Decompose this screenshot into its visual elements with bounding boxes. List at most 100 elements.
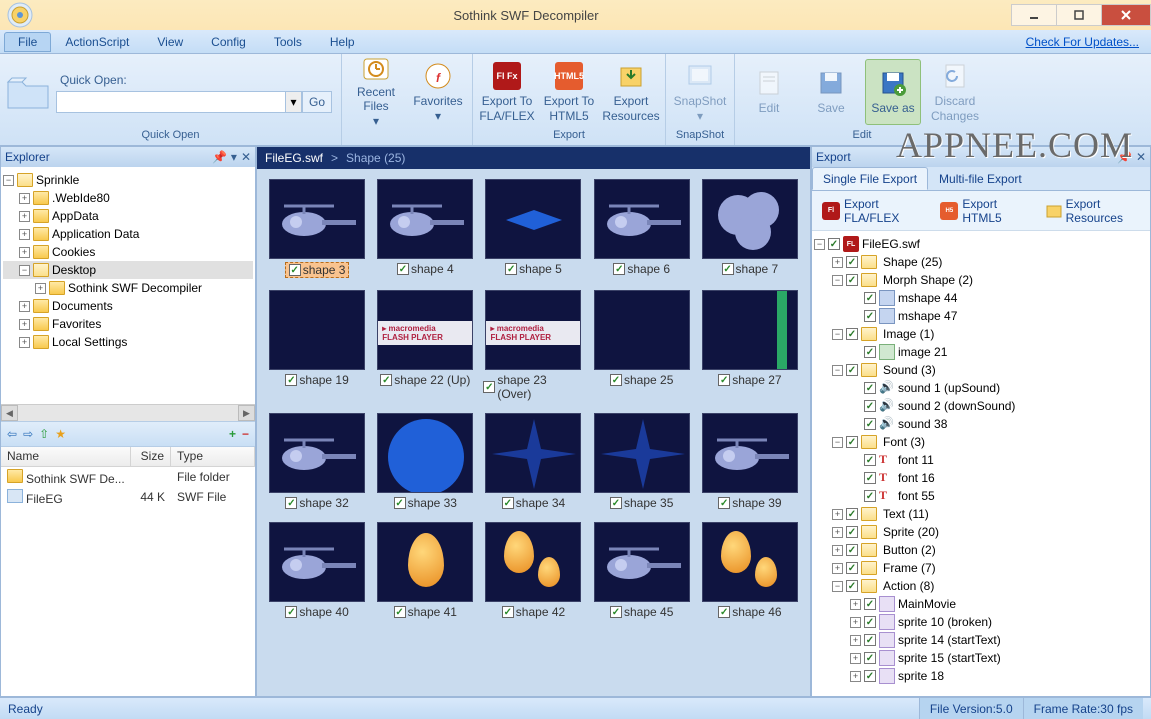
expand-icon[interactable]: + [832, 257, 843, 268]
thumbnail[interactable]: ▸ macromediaFLASH PLAYER ✓shape 23 (Over… [483, 290, 583, 401]
tab-multi-export[interactable]: Multi-file Export [928, 167, 1033, 190]
back-icon[interactable]: ⇦ [7, 427, 17, 441]
export-tree-item[interactable]: +✓Button (2) [814, 541, 1148, 559]
thumbnail[interactable]: ✓shape 4 [375, 179, 475, 278]
export-tree-item[interactable]: ✓Tfont 11 [814, 451, 1148, 469]
tree-item[interactable]: +Application Data [3, 225, 253, 243]
tree-item[interactable]: −Desktop [3, 261, 253, 279]
explorer-tree[interactable]: −Sprinkle+.WebIde80+AppData+Application … [1, 167, 255, 404]
thumbnail-checkbox[interactable]: ✓ [285, 497, 297, 509]
thumbnail-checkbox[interactable]: ✓ [502, 497, 514, 509]
expand-icon[interactable]: + [19, 301, 30, 312]
tree-item[interactable]: +AppData [3, 207, 253, 225]
recent-files-button[interactable]: Recent Files▾ [348, 59, 404, 125]
thumbnail-checkbox[interactable]: ✓ [718, 606, 730, 618]
thumbnail-checkbox[interactable]: ✓ [380, 374, 392, 386]
export-tree-item[interactable]: +✓sprite 14 (startText) [814, 631, 1148, 649]
thumbnail[interactable]: ✓shape 7 [700, 179, 800, 278]
thumbnail-checkbox[interactable]: ✓ [610, 606, 622, 618]
quickopen-dropdown-button[interactable]: ▾ [286, 91, 302, 113]
thumbnail-checkbox[interactable]: ✓ [397, 263, 409, 275]
thumbnail[interactable]: ✓shape 19 [267, 290, 367, 401]
tree-item[interactable]: +Documents [3, 297, 253, 315]
export-checkbox[interactable]: ✓ [864, 382, 876, 394]
thumbnail-checkbox[interactable]: ✓ [505, 263, 517, 275]
thumbnail[interactable]: ✓shape 42 [483, 522, 583, 619]
export-tree-item[interactable]: −✓Morph Shape (2) [814, 271, 1148, 289]
col-type[interactable]: Type [171, 447, 255, 466]
list-item[interactable]: Sothink SWF De...File folder [1, 467, 255, 487]
col-name[interactable]: Name [1, 447, 131, 466]
export-tree-item[interactable]: +✓Frame (7) [814, 559, 1148, 577]
expand-icon[interactable]: − [832, 437, 843, 448]
export-tree-item[interactable]: +✓Sprite (20) [814, 523, 1148, 541]
export-tree-item[interactable]: ✓🔊sound 2 (downSound) [814, 397, 1148, 415]
thumbnail-checkbox[interactable]: ✓ [718, 497, 730, 509]
export-checkbox[interactable]: ✓ [864, 292, 876, 304]
thumbnail[interactable]: ✓shape 46 [700, 522, 800, 619]
save-button[interactable]: Save [803, 59, 859, 125]
remove-icon[interactable]: − [242, 427, 249, 441]
export-checkbox[interactable]: ✓ [864, 670, 876, 682]
expand-icon[interactable]: + [19, 337, 30, 348]
export-tree-item[interactable]: ✓Tfont 16 [814, 469, 1148, 487]
export-checkbox[interactable]: ✓ [864, 634, 876, 646]
thumbnail[interactable]: ✓shape 3 [267, 179, 367, 278]
export-checkbox[interactable]: ✓ [846, 256, 858, 268]
expand-icon[interactable]: + [19, 319, 30, 330]
expand-icon[interactable]: − [3, 175, 14, 186]
export-tree-item[interactable]: ✓🔊sound 38 [814, 415, 1148, 433]
close-button[interactable] [1101, 4, 1151, 26]
expand-icon[interactable]: + [850, 617, 861, 628]
thumbnail[interactable]: ✓shape 39 [700, 413, 800, 510]
menu-view[interactable]: View [143, 32, 197, 52]
expand-icon[interactable]: + [832, 509, 843, 520]
expand-icon[interactable]: + [19, 211, 30, 222]
add-icon[interactable]: + [229, 427, 236, 441]
expand-icon[interactable]: − [832, 581, 843, 592]
check-updates-link[interactable]: Check For Updates... [1026, 35, 1147, 49]
expand-icon[interactable]: + [850, 671, 861, 682]
expand-icon[interactable]: + [850, 599, 861, 610]
export-checkbox[interactable]: ✓ [864, 346, 876, 358]
thumbnail-checkbox[interactable]: ✓ [289, 264, 301, 276]
export-tree-item[interactable]: −✓Image (1) [814, 325, 1148, 343]
export-html5-action[interactable]: H5Export HTML5 [940, 197, 1021, 225]
export-tree-item[interactable]: ✓mshape 47 [814, 307, 1148, 325]
export-tree-item[interactable]: +✓sprite 10 (broken) [814, 613, 1148, 631]
go-button[interactable]: Go [302, 91, 332, 113]
file-list[interactable]: Sothink SWF De...File folderFileEG44 KSW… [1, 467, 255, 696]
thumbnail[interactable]: ✓shape 45 [592, 522, 692, 619]
scroll-left-icon[interactable]: ◀ [1, 405, 18, 421]
thumbnail-checkbox[interactable]: ✓ [483, 381, 495, 393]
export-tree-item[interactable]: ✓🔊sound 1 (upSound) [814, 379, 1148, 397]
export-checkbox[interactable]: ✓ [864, 472, 876, 484]
export-tree[interactable]: −✓FLFileEG.swf+✓Shape (25)−✓Morph Shape … [812, 231, 1150, 696]
export-res-action[interactable]: Export Resources [1046, 197, 1140, 225]
thumbnail-checkbox[interactable]: ✓ [613, 263, 625, 275]
thumbnail[interactable]: ✓shape 25 [592, 290, 692, 401]
col-size[interactable]: Size [131, 447, 171, 466]
export-tree-item[interactable]: ✓image 21 [814, 343, 1148, 361]
list-item[interactable]: FileEG44 KSWF File [1, 487, 255, 507]
favorites-button[interactable]: fFavorites▾ [410, 59, 466, 125]
export-checkbox[interactable]: ✓ [846, 526, 858, 538]
export-fla-button[interactable]: Fl FxExport To FLA/FLEX [479, 59, 535, 125]
expand-icon[interactable]: + [832, 563, 843, 574]
export-fla-action[interactable]: FlExport FLA/FLEX [822, 197, 916, 225]
thumbnail-checkbox[interactable]: ✓ [394, 497, 406, 509]
export-checkbox[interactable]: ✓ [864, 616, 876, 628]
scroll-right-icon[interactable]: ▶ [238, 405, 255, 421]
thumbnail[interactable]: ✓shape 40 [267, 522, 367, 619]
thumbnail-checkbox[interactable]: ✓ [722, 263, 734, 275]
pin-icon[interactable]: 📌 [1117, 150, 1132, 164]
thumbnail[interactable]: ✓shape 41 [375, 522, 475, 619]
menu-help[interactable]: Help [316, 32, 369, 52]
thumbnail[interactable]: ✓shape 34 [483, 413, 583, 510]
export-tree-item[interactable]: −✓Font (3) [814, 433, 1148, 451]
expand-icon[interactable]: + [850, 653, 861, 664]
expand-icon[interactable]: + [35, 283, 46, 294]
star-icon[interactable]: ★ [55, 427, 66, 441]
export-checkbox[interactable]: ✓ [846, 562, 858, 574]
expand-icon[interactable]: + [832, 545, 843, 556]
